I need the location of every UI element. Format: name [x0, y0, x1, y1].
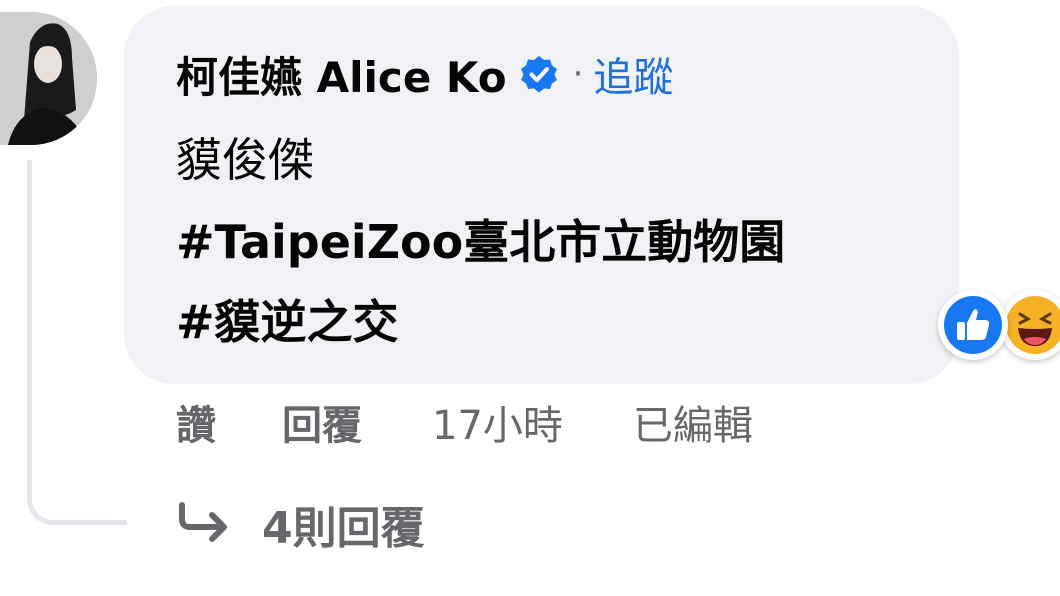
like-button[interactable]: 讚: [176, 393, 216, 451]
hashtag-tapir[interactable]: #貘逆之交: [176, 286, 399, 352]
edited-label[interactable]: 已編輯: [633, 393, 753, 451]
separator-dot: ·: [572, 54, 584, 94]
comment-header: 柯佳嬿 Alice Ko · 追蹤: [176, 46, 673, 102]
author-name[interactable]: 柯佳嬿 Alice Ko: [176, 44, 507, 105]
view-replies-label: 4則回覆: [262, 503, 425, 554]
comment-timestamp[interactable]: 17小時: [432, 393, 563, 451]
view-replies-button[interactable]: 4則回覆: [176, 492, 425, 556]
avatar[interactable]: [0, 12, 97, 145]
comment-text-line: 貘俊傑: [176, 133, 314, 187]
haha-icon: [1000, 290, 1060, 360]
reply-arrow-icon: [176, 501, 234, 547]
reactions-summary[interactable]: [934, 290, 1060, 364]
follow-link[interactable]: 追蹤: [593, 45, 673, 103]
comment-bubble: 柯佳嬿 Alice Ko · 追蹤 貘俊傑 #TaipeiZoo臺北市立動物園 …: [124, 6, 959, 384]
hashtag-taipei-zoo[interactable]: #TaipeiZoo臺北市立動物園: [176, 206, 785, 272]
reply-button[interactable]: 回覆: [282, 393, 362, 451]
comment-actions: 讚 回覆 17小時 已編輯: [176, 392, 753, 452]
like-icon: [938, 290, 1008, 360]
avatar-photo: [0, 12, 97, 145]
reply-thread-line: [27, 160, 127, 525]
verified-badge-icon: [519, 54, 559, 94]
